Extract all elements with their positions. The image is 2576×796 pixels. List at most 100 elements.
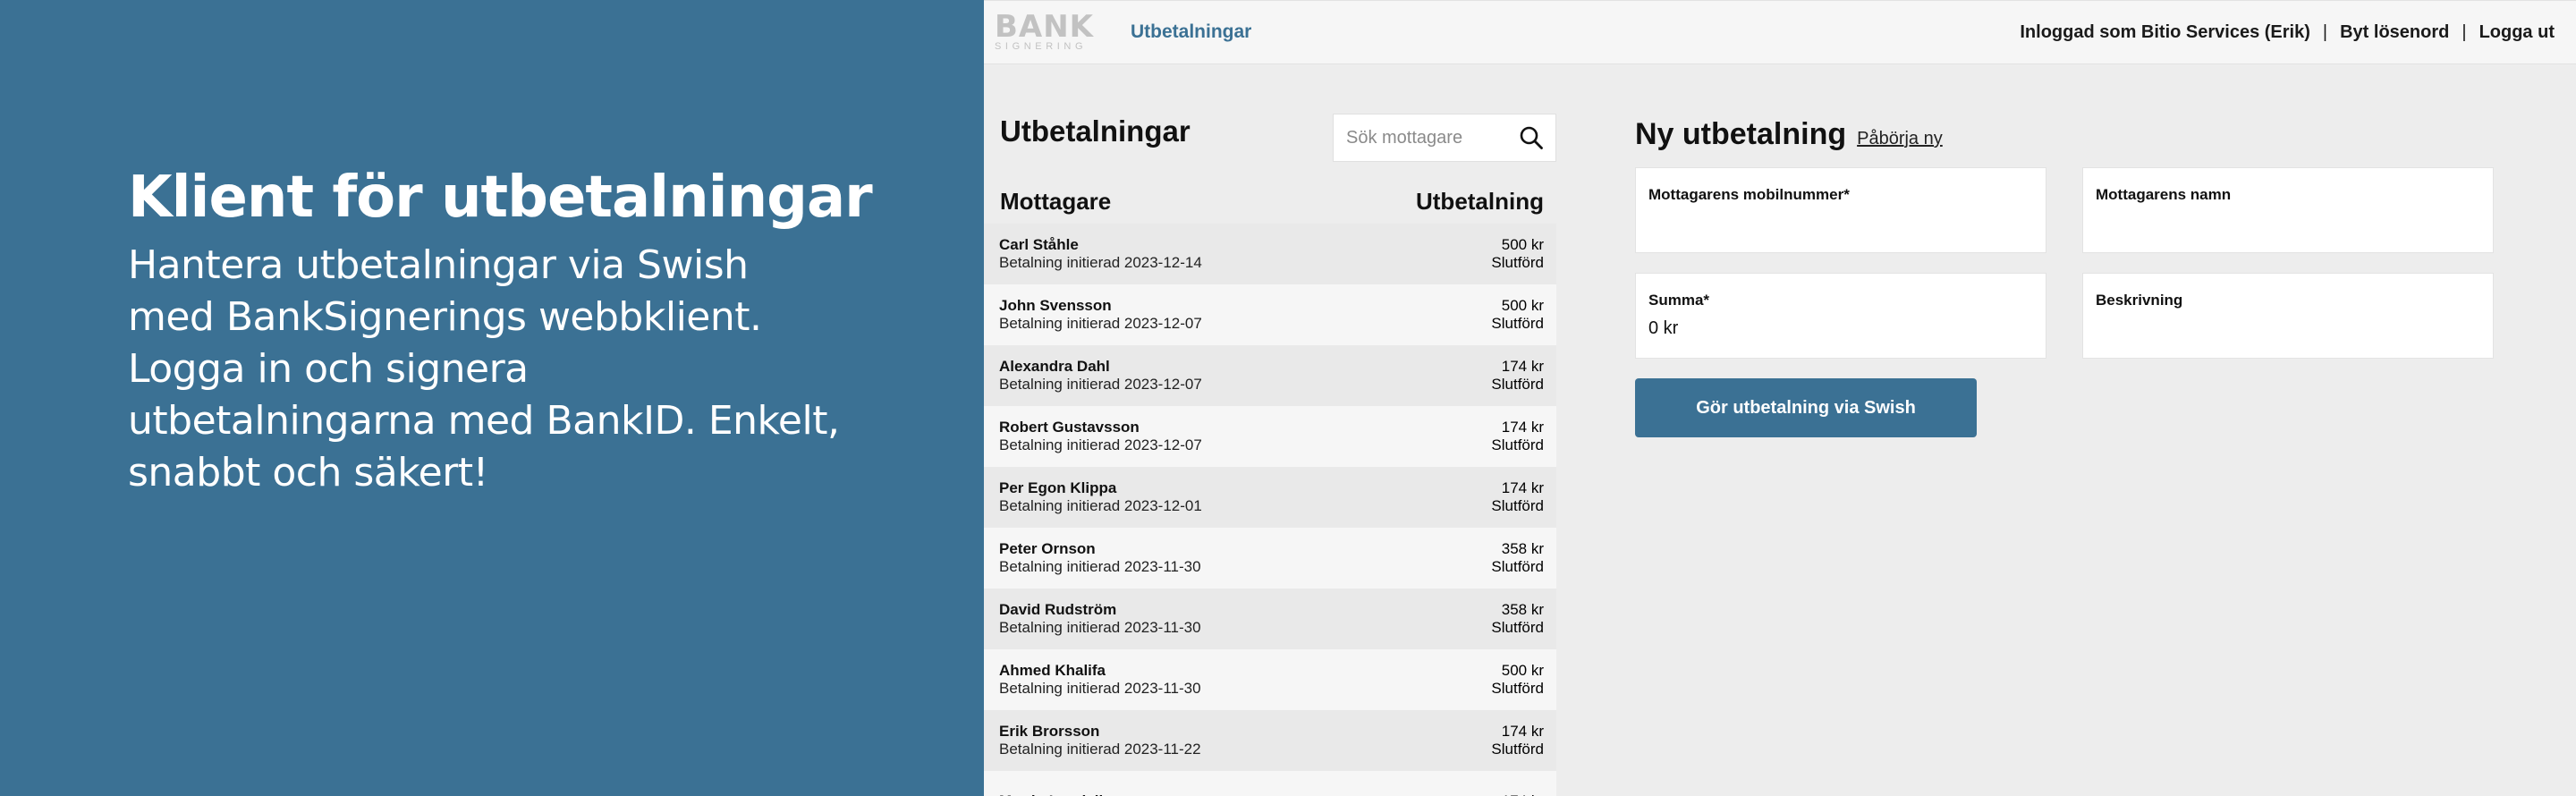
payment-amount: 174 kr <box>1501 358 1544 375</box>
payment-status: Slutförd <box>1491 680 1544 697</box>
row-recipient: Carl Ståhle Betalning initierad 2023-12-1… <box>999 236 1202 272</box>
payment-initiated: Betalning initierad 2023-12-07 <box>999 436 1202 453</box>
form-title-row: Ny utbetalning Påbörja ny <box>1635 117 2512 157</box>
change-password-link[interactable]: Byt lösenord <box>2340 22 2449 43</box>
payment-initiated: Betalning initierad 2023-11-30 <box>999 680 1201 697</box>
top-bar: BANK SIGNERING Utbetalningar Inloggad so… <box>984 0 2576 64</box>
swish-payout-button[interactable]: Gör utbetalning via Swish <box>1635 378 1977 437</box>
separator: | <box>2462 21 2467 42</box>
payment-status: Slutförd <box>1491 558 1544 575</box>
mobile-field[interactable]: Mottagarens mobilnummer* <box>1635 167 2046 253</box>
promo-heading: Klient för utbetalningar <box>128 165 873 231</box>
restart-link[interactable]: Påbörja ny <box>1857 129 1943 149</box>
amount-label: Summa* <box>1648 292 1710 309</box>
payment-status: Slutförd <box>1491 741 1544 758</box>
table-row[interactable]: Peter Ornson Betalning initierad 2023-11-… <box>984 528 1556 589</box>
row-recipient: John Svensson Betalning initierad 2023-12… <box>999 297 1202 333</box>
mobile-label: Mottagarens mobilnummer* <box>1648 186 1850 203</box>
row-recipient: David Rudström Betalning initierad 2023-1… <box>999 601 1201 637</box>
row-payment: 358 kr Slutförd <box>1491 601 1544 637</box>
table-row[interactable]: Ahmed Khalifa Betalning initierad 2023-11… <box>984 649 1556 710</box>
table-row[interactable]: Robert Gustavsson Betalning initierad 202… <box>984 406 1556 467</box>
banksignering-logo[interactable]: BANK SIGNERING <box>995 12 1095 52</box>
payouts-rows: Carl Ståhle Betalning initierad 2023-12-1… <box>984 224 1556 796</box>
row-recipient: Robert Gustavsson Betalning initierad 202… <box>999 419 1202 454</box>
recipient-name: Alexandra Dahl <box>999 358 1110 375</box>
payment-status: Slutförd <box>1491 254 1544 271</box>
amount-input[interactable] <box>1648 318 2033 339</box>
recipient-name: Per Egon Klippa <box>999 479 1117 496</box>
row-recipient: Per Egon Klippa Betalning initierad 2023-… <box>999 479 1202 515</box>
user-menu: Inloggad som Bitio Services (Erik) | Byt… <box>2020 22 2555 43</box>
form-title: Ny utbetalning <box>1635 117 1847 151</box>
payment-initiated: Betalning initierad 2023-11-22 <box>999 741 1201 758</box>
row-recipient: Peter Ornson Betalning initierad 2023-11-… <box>999 540 1201 576</box>
payment-amount: 500 kr <box>1501 297 1544 314</box>
row-payment: 500 kr Slutförd <box>1491 297 1544 333</box>
recipient-name: John Svensson <box>999 297 1112 314</box>
table-row[interactable]: Erik Brorsson Betalning initierad 2023-11… <box>984 710 1556 771</box>
recipient-name: Peter Ornson <box>999 540 1096 557</box>
description-input[interactable] <box>2096 318 2480 339</box>
payment-initiated: Betalning initierad 2023-12-07 <box>999 376 1202 393</box>
row-payment: 174 kr Slutförd <box>1491 479 1544 515</box>
row-payment: 174 kr Slutförd <box>1491 723 1544 758</box>
name-input[interactable] <box>2096 213 2480 233</box>
table-row[interactable]: John Svensson Betalning initierad 2023-12… <box>984 284 1556 345</box>
table-row[interactable]: David Rudström Betalning initierad 2023-1… <box>984 589 1556 649</box>
search-input[interactable] <box>1346 127 1518 148</box>
payment-status: Slutförd <box>1491 436 1544 453</box>
payment-status: Slutförd <box>1491 619 1544 636</box>
separator: | <box>2322 21 2328 42</box>
payment-amount: 174 kr <box>1501 723 1544 740</box>
payment-status: Slutförd <box>1491 376 1544 393</box>
column-payment: Utbetalning <box>1416 187 1544 215</box>
payment-amount: 358 kr <box>1501 540 1544 557</box>
payment-initiated: Betalning initierad 2023-12-01 <box>999 497 1202 514</box>
payment-amount: 174 kr <box>1501 419 1544 436</box>
promo-panel: Klient för utbetalningar Hantera utbetal… <box>0 0 984 796</box>
mobile-input[interactable] <box>1648 213 2033 233</box>
logged-in-label: Inloggad som Bitio Services (Erik) <box>2020 21 2310 42</box>
recipient-name: Erik Brorsson <box>999 723 1100 740</box>
payment-initiated: Betalning initierad 2023-12-07 <box>999 315 1202 332</box>
logo-sub-text: SIGNERING <box>995 41 1088 52</box>
payment-amount: 500 kr <box>1501 662 1544 679</box>
row-payment: 174 kr Slutförd <box>1491 419 1544 454</box>
app-window: BANK SIGNERING Utbetalningar Inloggad so… <box>984 0 2576 796</box>
nav-link-payouts[interactable]: Utbetalningar <box>1131 21 1251 43</box>
row-payment: 500 kr Slutförd <box>1491 662 1544 698</box>
payment-initiated: Betalning initierad 2023-11-30 <box>999 619 1201 636</box>
payment-status: Slutförd <box>1491 315 1544 332</box>
row-recipient: Alexandra Dahl Betalning initierad 2023-1… <box>999 358 1202 394</box>
description-label: Beskrivning <box>2096 292 2183 309</box>
payment-status: Slutförd <box>1491 497 1544 514</box>
description-field[interactable]: Beskrivning <box>2082 273 2494 359</box>
name-field[interactable]: Mottagarens namn <box>2082 167 2494 253</box>
promo-text: Hantera utbetalningar via Swish med Bank… <box>128 242 840 495</box>
table-row[interactable]: Alexandra Dahl Betalning initierad 2023-1… <box>984 345 1556 406</box>
column-recipient: Mottagare <box>1000 187 1112 215</box>
new-payout-form: Ny utbetalning Påbörja ny Mottagarens mo… <box>1635 64 2512 437</box>
list-column-headers: Mottagare Utbetalning <box>984 161 1556 224</box>
amount-field[interactable]: Summa* <box>1635 273 2046 359</box>
payment-amount: 174 kr <box>1501 479 1544 496</box>
payment-amount: 500 kr <box>1501 236 1544 253</box>
row-recipient: Erik Brorsson Betalning initierad 2023-11… <box>999 723 1201 758</box>
search-box <box>1333 114 1556 162</box>
table-row[interactable]: Martin Lundell 174 kr <box>984 771 1556 796</box>
form-fields: Mottagarens mobilnummer* Mottagarens nam… <box>1635 167 2512 359</box>
row-recipient: Martin Lundell <box>999 792 1103 796</box>
row-payment: 500 kr Slutförd <box>1491 236 1544 272</box>
row-payment: 174 kr <box>1502 792 1544 796</box>
table-row[interactable]: Carl Ståhle Betalning initierad 2023-12-1… <box>984 224 1556 284</box>
payment-initiated: Betalning initierad 2023-12-14 <box>999 254 1202 271</box>
table-row[interactable]: Per Egon Klippa Betalning initierad 2023-… <box>984 467 1556 528</box>
logout-link[interactable]: Logga ut <box>2479 22 2555 43</box>
recipient-name: Carl Ståhle <box>999 236 1079 253</box>
payouts-list-panel: Utbetalningar Mottagare Utbetalning Carl… <box>984 64 1556 796</box>
search-icon[interactable] <box>1518 124 1545 151</box>
recipient-name: Martin Lundell <box>999 792 1103 796</box>
recipient-name: David Rudström <box>999 601 1117 618</box>
payment-amount: 358 kr <box>1501 601 1544 618</box>
